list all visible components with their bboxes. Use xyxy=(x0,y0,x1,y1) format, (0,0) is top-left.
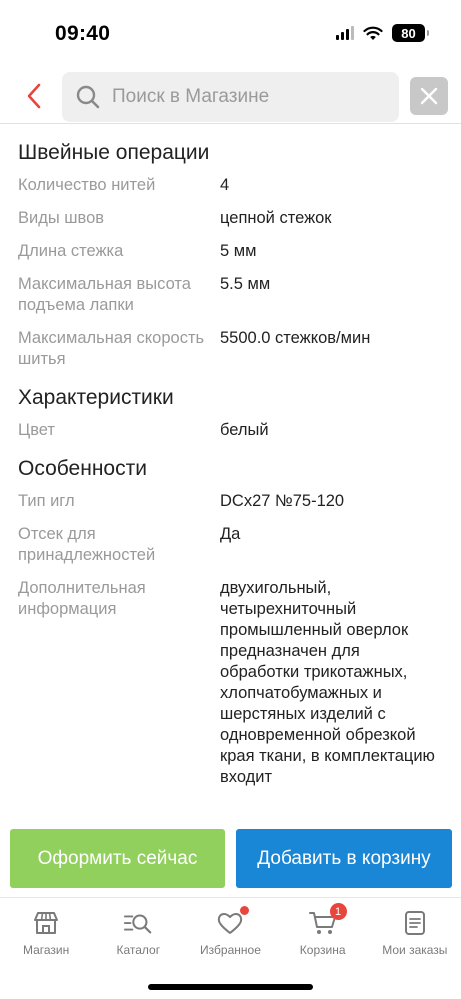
status-icons: 80 xyxy=(336,24,429,42)
spec-row: Максимальная высота подъема лапки 5.5 мм xyxy=(18,274,443,316)
spec-row: Отсек для принадлежностей Да xyxy=(18,524,443,566)
spec-value: Да xyxy=(220,525,241,543)
section-title: Особенности xyxy=(18,457,147,480)
close-icon xyxy=(420,87,438,105)
search-header xyxy=(0,62,461,124)
battery-level: 80 xyxy=(401,25,416,41)
chevron-left-icon xyxy=(27,83,41,109)
bottom-nav: Магазин Каталог Избранное 1 Корзина Мои … xyxy=(0,897,461,967)
spec-label: Виды швов xyxy=(18,209,105,227)
nav-label: Избранное xyxy=(200,943,261,957)
nav-label: Магазин xyxy=(22,943,70,957)
section-sewing-operations: Швейные операции Количество нитей 4 Виды… xyxy=(18,139,443,370)
nav-label: Мои заказы xyxy=(382,943,448,957)
clear-search-button[interactable] xyxy=(410,77,448,115)
spec-label: Тип игл xyxy=(18,492,75,510)
spec-value: белый xyxy=(220,421,269,439)
search-input[interactable] xyxy=(112,86,372,108)
checkout-button[interactable]: Оформить сейчас xyxy=(10,829,225,888)
spec-label: Длина стежка xyxy=(18,242,124,260)
spec-row: Тип игл DCx27 №75-120 xyxy=(18,491,443,512)
spec-label: Максимальная скорость шитья xyxy=(18,329,205,368)
add-to-cart-button[interactable]: Добавить в корзину xyxy=(236,829,452,888)
wifi-icon xyxy=(363,26,383,40)
spec-row: Длина стежка 5 мм xyxy=(18,241,443,262)
action-bar: Оформить сейчас Добавить в корзину xyxy=(0,825,461,895)
nav-item-catalog[interactable]: Каталог xyxy=(92,898,184,967)
spec-row: Количество нитей 4 xyxy=(18,175,443,196)
spec-value: 5 мм xyxy=(220,242,257,260)
specs-content[interactable]: Швейные операции Количество нитей 4 Виды… xyxy=(0,125,461,825)
status-bar: 09:40 80 xyxy=(0,0,461,62)
cart-count-badge: 1 xyxy=(329,903,347,920)
search-icon xyxy=(74,83,102,111)
nav-item-cart[interactable]: 1 Корзина xyxy=(277,898,369,967)
nav-label: Корзина xyxy=(299,943,346,957)
spec-value: 5500.0 стежков/мин xyxy=(220,329,371,347)
nav-label: Каталог xyxy=(116,943,161,957)
spec-row: Дополнительная информация двухигольный, … xyxy=(18,578,443,788)
section-characteristics: Характеристики Цвет белый xyxy=(18,384,443,441)
home-indicator[interactable] xyxy=(148,984,313,990)
favorites-dot-badge xyxy=(240,906,250,915)
section-title: Швейные операции xyxy=(18,141,210,164)
catalog-search-icon xyxy=(123,908,153,938)
spec-label: Цвет xyxy=(18,421,55,439)
section-features: Особенности Тип игл DCx27 №75-120 Отсек … xyxy=(18,455,443,788)
spec-value: цепной стежок xyxy=(220,209,332,227)
spec-row: Цвет белый xyxy=(18,420,443,441)
battery-icon: 80 xyxy=(392,24,429,42)
nav-item-orders[interactable]: Мои заказы xyxy=(369,898,461,967)
nav-item-store[interactable]: Магазин xyxy=(0,898,92,967)
orders-icon xyxy=(400,908,430,938)
status-time: 09:40 xyxy=(55,22,111,45)
spec-value: 4 xyxy=(220,176,230,194)
store-icon xyxy=(31,908,61,938)
section-title: Характеристики xyxy=(18,386,174,409)
search-box[interactable] xyxy=(62,72,399,122)
spec-value: 5.5 мм xyxy=(220,275,271,293)
spec-label: Дополнительная информация xyxy=(18,579,146,618)
nav-item-favorites[interactable]: Избранное xyxy=(184,898,276,967)
spec-row: Максимальная скорость шитья 5500.0 стежк… xyxy=(18,328,443,370)
cellular-signal-icon xyxy=(336,26,354,40)
spec-label: Отсек для принадлежностей xyxy=(18,525,156,564)
back-button[interactable] xyxy=(14,76,54,116)
spec-label: Количество нитей xyxy=(18,176,156,194)
spec-row: Виды швов цепной стежок xyxy=(18,208,443,229)
spec-value: DCx27 №75-120 xyxy=(220,492,345,510)
spec-value: двухигольный, четырехниточный промышленн… xyxy=(220,579,435,786)
spec-label: Максимальная высота подъема лапки xyxy=(18,275,191,314)
